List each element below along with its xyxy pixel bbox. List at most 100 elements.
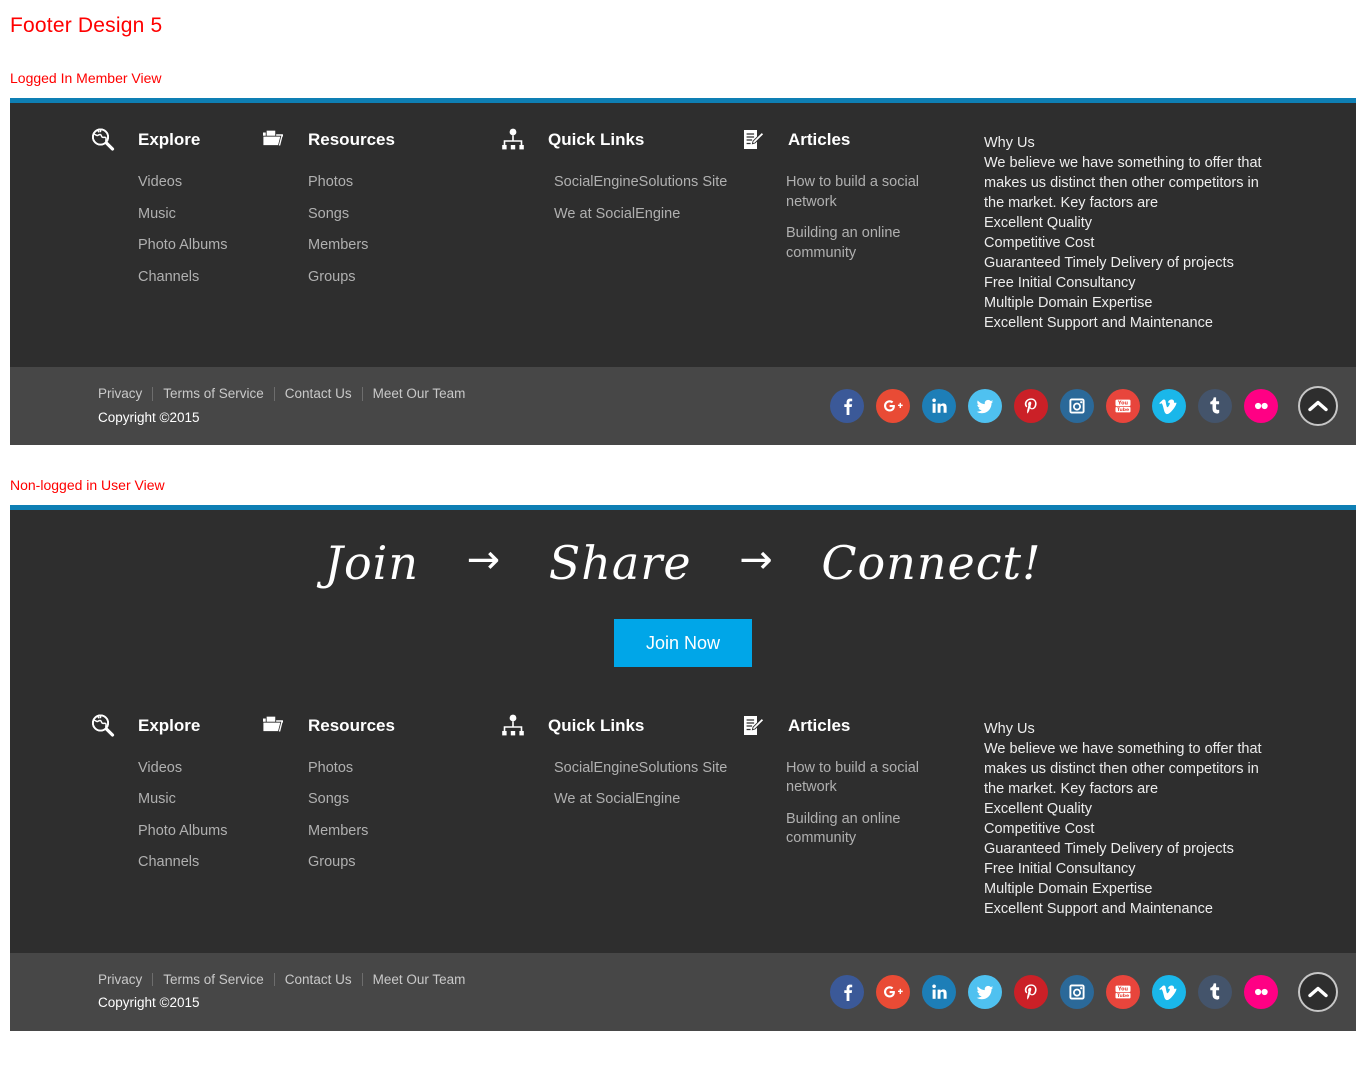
column-title: Resources — [308, 715, 395, 735]
tumblr-icon[interactable] — [1198, 389, 1232, 423]
copyright-text: Copyright ©2015 — [98, 409, 200, 425]
footer-legal-links: Privacy Terms of Service Contact Us Meet… — [98, 387, 818, 401]
link-building-online-community[interactable]: Building an online community — [786, 804, 936, 855]
footer-legal-links: Privacy Terms of Service Contact Us Meet… — [98, 973, 818, 987]
link-privacy[interactable]: Privacy — [98, 973, 152, 987]
flickr-icon[interactable] — [1244, 389, 1278, 423]
link-photos[interactable]: Photos — [308, 753, 483, 785]
link-how-to-build-social-network[interactable]: How to build a social network — [786, 753, 936, 804]
google-plus-icon[interactable] — [876, 974, 910, 1009]
folder-icon — [258, 125, 288, 155]
column-header: Quick Links — [498, 125, 736, 155]
link-terms-of-service[interactable]: Terms of Service — [152, 973, 274, 987]
link-channels[interactable]: Channels — [138, 262, 250, 294]
link-songs[interactable]: Songs — [308, 199, 483, 231]
column-links: Photos Songs Members Groups — [258, 749, 488, 879]
footer-main-logged-in: Explore Videos Music Photo Albums Channe… — [10, 103, 1356, 367]
youtube-icon[interactable]: You Tube — [1106, 389, 1140, 423]
link-we-at-socialengine[interactable]: We at SocialEngine — [554, 199, 736, 231]
youtube-icon[interactable]: You Tube — [1106, 974, 1140, 1009]
page-title: Footer Design 5 — [10, 14, 163, 37]
column-links: SocialEngineSolutions Site We at SocialE… — [498, 749, 736, 816]
footer-columns: Explore Videos Music Photo Albums Channe… — [10, 103, 1356, 367]
globe-search-icon — [88, 125, 118, 155]
link-ses-site[interactable]: SocialEngineSolutions Site — [554, 753, 736, 785]
folder-icon — [258, 711, 288, 741]
svg-text:You: You — [1117, 986, 1129, 992]
footer-bottom-left: Privacy Terms of Service Contact Us Meet… — [10, 973, 818, 1011]
back-to-top-button[interactable] — [1298, 386, 1338, 426]
why-us-text: Why Us We believe we have something to o… — [984, 720, 1262, 917]
link-groups[interactable]: Groups — [308, 262, 483, 294]
column-header: Resources — [258, 125, 488, 155]
column-title: Articles — [788, 715, 851, 735]
svg-text:Tube: Tube — [1117, 407, 1129, 413]
vimeo-icon[interactable] — [1152, 389, 1186, 423]
column-title: Articles — [788, 130, 851, 149]
footer-column-explore: Explore Videos Music Photo Albums Channe… — [10, 711, 250, 879]
link-meet-our-team[interactable]: Meet Our Team — [361, 973, 476, 987]
link-photo-albums[interactable]: Photo Albums — [138, 230, 250, 262]
link-groups[interactable]: Groups — [308, 847, 483, 879]
arrow-right-icon: → — [466, 537, 502, 583]
link-members[interactable]: Members — [308, 230, 483, 262]
link-music[interactable]: Music — [138, 199, 250, 231]
link-how-to-build-social-network[interactable]: How to build a social network — [786, 167, 936, 218]
link-we-at-socialengine[interactable]: We at SocialEngine — [554, 784, 736, 816]
footer-bottom-right: You Tube — [818, 971, 1356, 1012]
instagram-icon[interactable] — [1060, 389, 1094, 423]
link-terms-of-service[interactable]: Terms of Service — [152, 387, 274, 401]
link-contact-us[interactable]: Contact Us — [273, 973, 362, 987]
link-videos[interactable]: Videos — [138, 167, 250, 199]
join-now-button[interactable]: Join Now — [613, 618, 753, 667]
footer-columns: Explore Videos Music Photo Albums Channe… — [10, 689, 1356, 953]
twitter-icon[interactable] — [968, 389, 1002, 423]
link-photo-albums[interactable]: Photo Albums — [138, 816, 250, 848]
link-members[interactable]: Members — [308, 816, 483, 848]
footer-bottom-left: Privacy Terms of Service Contact Us Meet… — [10, 387, 818, 425]
link-meet-our-team[interactable]: Meet Our Team — [361, 387, 476, 401]
sitemap-icon — [498, 711, 528, 741]
column-header: Articles — [738, 125, 974, 155]
link-videos[interactable]: Videos — [138, 753, 250, 785]
column-links: Videos Music Photo Albums Channels — [88, 749, 250, 879]
link-songs[interactable]: Songs — [308, 784, 483, 816]
link-privacy[interactable]: Privacy — [98, 387, 152, 401]
svg-text:You: You — [1117, 401, 1129, 407]
link-building-online-community[interactable]: Building an online community — [786, 218, 936, 269]
pinterest-icon[interactable] — [1014, 389, 1048, 423]
footer-column-quick-links: Quick Links SocialEngineSolutions Site W… — [488, 125, 736, 230]
vimeo-icon[interactable] — [1152, 974, 1186, 1009]
column-links: How to build a social network Building a… — [738, 749, 974, 855]
footer-column-articles: Articles How to build a social network B… — [736, 125, 974, 269]
link-photos[interactable]: Photos — [308, 167, 483, 199]
back-to-top-button[interactable] — [1298, 971, 1338, 1012]
column-title: Resources — [308, 130, 395, 149]
promo-word-connect: Connect! — [821, 536, 1042, 590]
column-links: Videos Music Photo Albums Channels — [88, 163, 250, 293]
globe-search-icon — [88, 711, 118, 741]
section-label-non-logged: Non-logged in User View — [10, 477, 165, 493]
footer-bottom-bar: Privacy Terms of Service Contact Us Meet… — [10, 952, 1356, 1031]
flickr-icon[interactable] — [1244, 974, 1278, 1009]
linkedin-icon[interactable] — [922, 974, 956, 1009]
twitter-icon[interactable] — [968, 974, 1002, 1009]
instagram-icon[interactable] — [1060, 974, 1094, 1009]
pinterest-icon[interactable] — [1014, 974, 1048, 1009]
why-us-text: Why Us We believe we have something to o… — [984, 135, 1262, 331]
chevron-up-icon — [1308, 400, 1328, 412]
link-music[interactable]: Music — [138, 784, 250, 816]
facebook-icon[interactable] — [830, 974, 864, 1009]
tumblr-icon[interactable] — [1198, 974, 1232, 1009]
facebook-icon[interactable] — [830, 389, 864, 423]
link-ses-site[interactable]: SocialEngineSolutions Site — [554, 167, 736, 199]
linkedin-icon[interactable] — [922, 389, 956, 423]
link-channels[interactable]: Channels — [138, 847, 250, 879]
google-plus-icon[interactable] — [876, 389, 910, 423]
link-contact-us[interactable]: Contact Us — [273, 387, 362, 401]
column-title: Explore — [138, 715, 201, 735]
